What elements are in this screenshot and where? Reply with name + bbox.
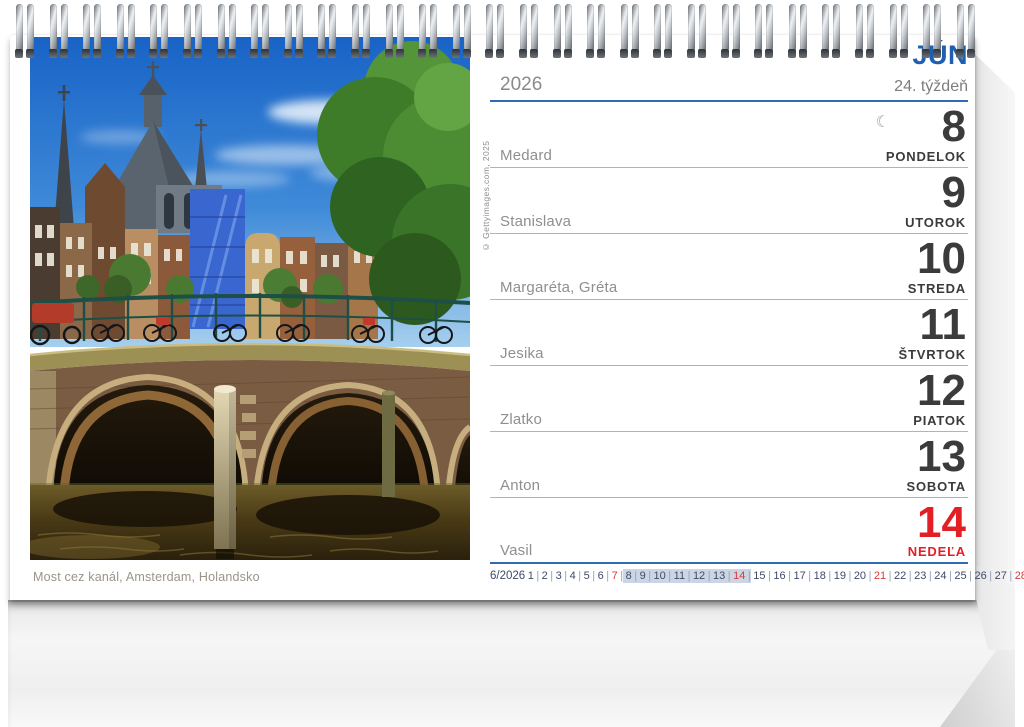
day-number: 8 (942, 104, 966, 150)
wire-loop (150, 4, 170, 60)
day-row-thursday: 11 ŠTVRTOK Jesika (490, 300, 968, 366)
wire-loop (83, 4, 103, 60)
wire-loop (218, 4, 238, 60)
nameday-label: Zlatko (500, 411, 542, 428)
month-overview-strip: 6/2026 1|2|3|4|5|6|7|8|9|10|11|12|13|14|… (490, 567, 968, 585)
mini-day: 6| (595, 569, 609, 583)
wire-loop (621, 4, 641, 60)
year-label: 2026 (500, 74, 542, 96)
mini-day: 4| (567, 569, 581, 583)
mini-day: 16| (771, 569, 791, 583)
wire-loop (419, 4, 439, 60)
day-row-saturday: 13 SOBOTA Anton (490, 432, 968, 498)
mini-day: 20| (851, 569, 871, 583)
weekday-label: NEDEĽA (908, 544, 966, 559)
day-row-sunday: 14 NEDEĽA Vasil (490, 498, 968, 564)
wire-loop (722, 4, 742, 60)
nameday-label: Medard (500, 147, 552, 164)
wire-loop (856, 4, 876, 60)
amsterdam-canal-illustration (30, 37, 470, 560)
mini-day: 17| (791, 569, 811, 583)
wire-loop (184, 4, 204, 60)
wire-loop (755, 4, 775, 60)
mini-day: 14| (731, 569, 751, 583)
mini-day: 3| (553, 569, 567, 583)
mini-day: 1| (525, 569, 539, 583)
wire-loop (789, 4, 809, 60)
mini-day: 9| (637, 569, 651, 583)
day-number: 11 (919, 302, 966, 348)
mini-day: 2| (539, 569, 553, 583)
weekday-label: SOBOTA (907, 479, 966, 494)
wire-loop (386, 4, 406, 60)
week-panel: JÚN 2026 24. týždeň ☾ 8 PONDELOK Medard … (490, 42, 968, 585)
nameday-label: Margaréta, Gréta (500, 279, 617, 296)
day-number: 9 (942, 170, 966, 216)
mini-day: 24| (932, 569, 952, 583)
day-row-monday: ☾ 8 PONDELOK Medard (490, 102, 968, 168)
wire-loop (822, 4, 842, 60)
weekday-label: UTOROK (905, 215, 966, 230)
wire-loop (486, 4, 506, 60)
nameday-label: Stanislava (500, 213, 571, 230)
month-overview-label: 6/2026 (490, 570, 525, 582)
wire-loop (890, 4, 910, 60)
mini-day: 13| (711, 569, 731, 583)
mini-day: 11| (671, 569, 690, 583)
moon-phase-icon: ☾ (876, 112, 890, 132)
wire-loop (318, 4, 338, 60)
wire-loop (520, 4, 540, 60)
day-number: 13 (917, 434, 966, 480)
mini-day: 10| (651, 569, 671, 583)
nameday-label: Jesika (500, 345, 544, 362)
mini-day: 19| (831, 569, 851, 583)
photo-caption: Most cez kanál, Amsterdam, Holandsko (33, 570, 260, 584)
mini-day: 21| (871, 569, 891, 583)
mini-day: 26| (972, 569, 992, 583)
wire-loop (554, 4, 574, 60)
calendar-photo (30, 37, 470, 560)
mini-day: 15| (751, 569, 771, 583)
wire-loop (50, 4, 70, 60)
wire-loop (352, 4, 372, 60)
stand-base (8, 600, 1012, 727)
mini-day: 12| (690, 569, 710, 583)
mini-days: 1|2|3|4|5|6|7|8|9|10|11|12|13|14|15|16|1… (525, 569, 1024, 583)
mini-day: 18| (811, 569, 831, 583)
mini-day: 28| (1012, 569, 1024, 583)
mini-day: 23| (912, 569, 932, 583)
wire-loop (957, 4, 977, 60)
week-number-label: 24. týždeň (894, 78, 968, 96)
nameday-label: Anton (500, 477, 540, 494)
nameday-label: Vasil (500, 542, 532, 559)
day-row-friday: 12 PIATOK Zlatko (490, 366, 968, 432)
weekday-label: PIATOK (913, 413, 966, 428)
wire-loop (117, 4, 137, 60)
day-number: 12 (917, 368, 966, 414)
weekday-label: PONDELOK (886, 149, 966, 164)
wire-loop (251, 4, 271, 60)
wire-loop (16, 4, 36, 60)
mini-day: 8| (623, 569, 637, 583)
mini-day: 27| (992, 569, 1012, 583)
weekday-label: ŠTVRTOK (899, 347, 966, 362)
mini-day: 5| (581, 569, 595, 583)
wire-loop (654, 4, 674, 60)
weekday-label: STREDA (908, 281, 966, 296)
wire-loop (587, 4, 607, 60)
wire-loop (285, 4, 305, 60)
wire-loop (688, 4, 708, 60)
mini-day: 7| (609, 569, 623, 583)
mini-day: 25| (952, 569, 972, 583)
mini-day: 22| (892, 569, 912, 583)
desk-calendar: Most cez kanál, Amsterdam, Holandsko © G… (0, 0, 1024, 727)
wire-binding (0, 0, 1024, 60)
day-row-tuesday: 9 UTOROK Stanislava (490, 168, 968, 234)
day-number: 14 (917, 500, 966, 546)
day-number: 10 (917, 236, 966, 282)
wire-loop (923, 4, 943, 60)
day-row-wednesday: 10 STREDA Margaréta, Gréta (490, 234, 968, 300)
wire-loop (453, 4, 473, 60)
